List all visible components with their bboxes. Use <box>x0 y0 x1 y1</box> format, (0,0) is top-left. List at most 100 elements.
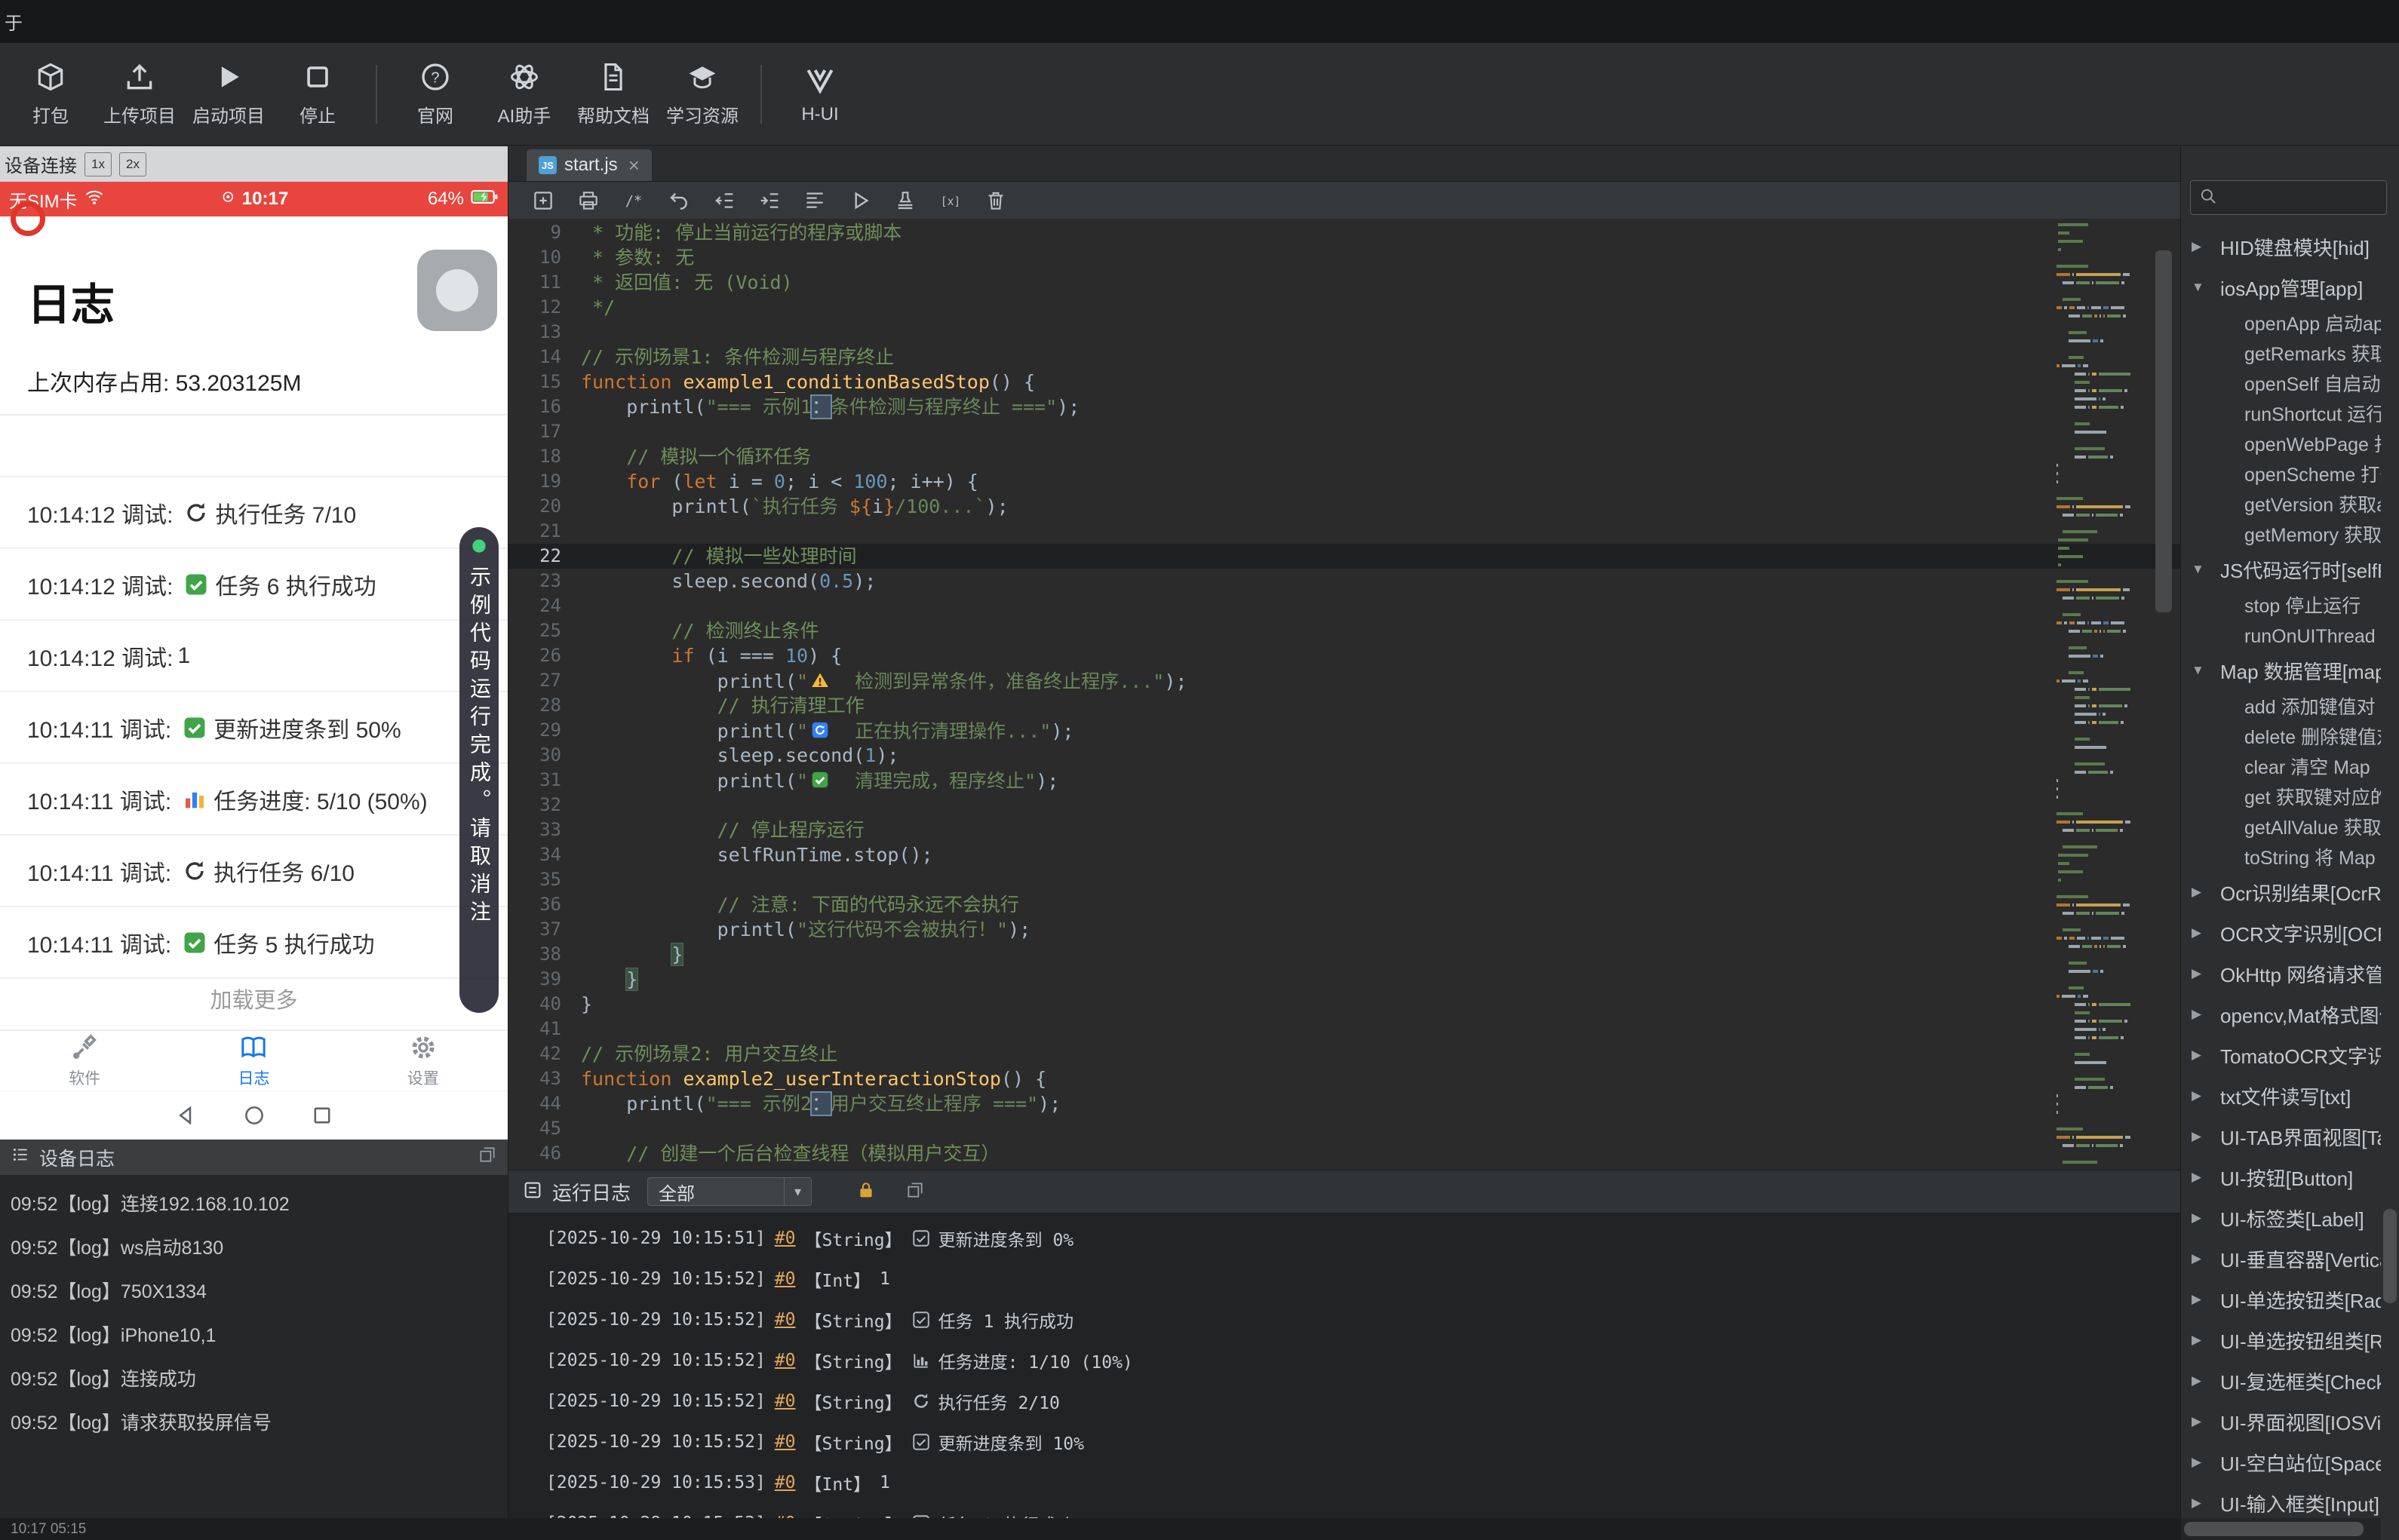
api-tree-method[interactable]: openWebPage 打开网页 <box>2181 428 2381 459</box>
api-tree-method[interactable]: delete 删除键值对 <box>2181 721 2381 751</box>
print-button[interactable] <box>576 189 601 213</box>
api-tree-method[interactable]: openApp 启动app <box>2181 308 2381 338</box>
api-search-input[interactable] <box>2224 187 2386 208</box>
format-code-button[interactable] <box>803 189 827 213</box>
toolbar-question-button[interactable]: ? 官网 <box>391 52 480 137</box>
tools-icon <box>69 1032 100 1063</box>
device-log-open-button[interactable] <box>478 1147 497 1169</box>
back-button[interactable] <box>174 1103 199 1128</box>
log-type-tag: 【String】 <box>804 1231 902 1250</box>
api-tree-method[interactable]: runOnUIThread ui线程运行 <box>2181 620 2381 650</box>
phone-log-row: 10:14:11 调试: 任务进度: 5/10 (50%) <box>0 764 508 836</box>
lock-icon <box>855 1180 877 1201</box>
api-tree-group[interactable]: ▶ TomatoOCR文字识别[TomatoOCR] <box>2181 1035 2381 1075</box>
api-tree-group[interactable]: ▶ OCR文字识别[OCR] <box>2181 913 2381 953</box>
assistive-ball[interactable] <box>417 250 497 331</box>
api-tree-group[interactable]: ▶ UI-空白站位[Space] <box>2181 1442 2381 1483</box>
api-tree-group[interactable]: ▼ Map 数据管理[map] <box>2181 650 2381 691</box>
api-panel-scrollbar[interactable] <box>2381 180 2399 1517</box>
api-tree-method[interactable]: clear 清空 Map <box>2181 751 2381 781</box>
toolbar-doc-button[interactable]: 帮助文档 <box>569 52 658 137</box>
api-panel-hscrollbar[interactable] <box>2181 1518 2381 1540</box>
toolbar-stop-button[interactable]: 停止 <box>273 52 362 137</box>
phone-tab-software[interactable]: 软件 <box>0 1031 169 1091</box>
outdent-button[interactable] <box>712 189 736 213</box>
scale-2x-button[interactable]: 2x <box>119 152 146 176</box>
statusbar-center: 10:17 <box>220 189 288 210</box>
code-line: 12 */ <box>508 295 2180 320</box>
code-editor[interactable]: 9 * 功能: 停止当前运行的程序或脚本 10 * 参数: 无 11 * 返回值: … <box>508 220 2180 1170</box>
api-tree-method[interactable]: openScheme 打开scheme <box>2181 459 2381 489</box>
api-tree-group[interactable]: ▶ UI-垂直容器[Vertical] <box>2181 1238 2381 1279</box>
device-mirror-screen[interactable]: 无SIM卡 10:17 64% 日志 上次内存占用: 53.203125M 10… <box>0 182 508 1140</box>
regex-button[interactable]: [x] <box>938 189 963 213</box>
api-tree-group[interactable]: ▶ txt文件读写[txt] <box>2181 1075 2381 1116</box>
toolbar-package-button[interactable]: 打包 <box>6 52 95 137</box>
toolbar-ai-button[interactable]: AI助手 <box>480 52 569 137</box>
api-tree-group[interactable]: ▶ UI-复选框类[CheckBox] <box>2181 1361 2381 1401</box>
api-tree-group[interactable]: ▶ UI-标签类[Label] <box>2181 1198 2381 1238</box>
api-tree-group[interactable]: ▶ UI-单选按钮类[RadioButton] <box>2181 1279 2381 1320</box>
api-panel-scrollbar-thumb[interactable] <box>2383 1209 2397 1303</box>
format-comment-button[interactable]: /* <box>622 189 646 213</box>
toolbar-learn-button[interactable]: 学习资源 <box>658 52 747 137</box>
api-tree-method[interactable]: get 获取键对应的值 <box>2181 781 2381 811</box>
undo-button[interactable] <box>667 189 691 213</box>
api-tree-method[interactable]: stop 停止运行 <box>2181 590 2381 620</box>
phone-log-row: 10:14:11 调试: 更新进度条到 50% <box>0 692 508 764</box>
load-more-button[interactable]: 加载更多 <box>0 983 508 1014</box>
api-tree-method[interactable]: getMemory 获取app内存 <box>2181 519 2381 549</box>
api-panel-hscrollbar-thumb[interactable] <box>2184 1522 2364 1536</box>
api-tree-group[interactable]: ▶ Ocr识别结果[OcrResult] <box>2181 872 2381 913</box>
tab-start-js[interactable]: JS start.js × <box>527 149 652 181</box>
editor-minimap[interactable] <box>2057 223 2130 1167</box>
toolbar-hui-button[interactable]: H-UI <box>776 52 865 137</box>
api-search-box[interactable] <box>2190 180 2387 215</box>
api-tree-group[interactable]: ▶ OkHttp 网络请求管理[OkHttp] <box>2181 953 2381 994</box>
api-tree-group[interactable]: ▶ UI-TAB界面视图[TabView] <box>2181 1116 2381 1157</box>
phone-tab-settings[interactable]: 设置 <box>339 1031 508 1091</box>
log-time: 10:14:11 调试: <box>27 717 172 743</box>
api-tree-group[interactable]: ▼ JS代码运行时[selfRunTime] <box>2181 549 2381 590</box>
api-tree-group[interactable]: ▶ UI-按钮[Button] <box>2181 1157 2381 1198</box>
recents-button[interactable] <box>309 1103 335 1128</box>
scale-1x-button[interactable]: 1x <box>84 152 112 176</box>
lock-scroll-button[interactable] <box>855 1180 877 1204</box>
toolbar-upload-button[interactable]: 上传项目 <box>95 52 184 137</box>
close-tab-icon[interactable]: × <box>628 154 640 177</box>
clear-button[interactable] <box>984 189 1008 213</box>
api-tree-group[interactable]: ▶ HID键盘模块[hid] <box>2181 226 2381 267</box>
api-tree-method[interactable]: getVersion 获取app版本 <box>2181 489 2381 519</box>
doc-icon <box>597 60 630 94</box>
run-icon <box>848 189 872 213</box>
api-tree-group[interactable]: ▶ UI-界面视图[IOSView] <box>2181 1401 2381 1442</box>
api-tree-method[interactable]: getAllValue 获取所有值 <box>2181 811 2381 842</box>
run-button[interactable] <box>848 189 872 213</box>
api-tree-group[interactable]: ▶ UI-单选按钮组类[RadioGroup] <box>2181 1320 2381 1361</box>
log-time: 10:14:11 调试: <box>27 789 172 814</box>
phone-tab-logs[interactable]: 日志 <box>169 1031 338 1091</box>
log-filter-select[interactable]: 全部 ▾ <box>647 1177 812 1206</box>
log-time: 10:14:12 调试: <box>27 646 174 671</box>
api-tree-group[interactable]: ▼ iosApp管理[app] <box>2181 267 2381 308</box>
indent-button[interactable] <box>757 189 782 213</box>
open-in-new-button[interactable] <box>905 1180 925 1204</box>
toolbar-play-button[interactable]: 启动项目 <box>184 52 273 137</box>
editor-scrollbar-thumb[interactable] <box>2155 250 2172 612</box>
api-tree-method[interactable]: toString 将 Map 转换 <box>2181 842 2381 872</box>
home-button[interactable] <box>241 1103 267 1128</box>
api-tree-method[interactable]: openSelf 自启动 <box>2181 368 2381 398</box>
api-tree-group[interactable]: ▶ UI-输入框类[Input] <box>2181 1483 2381 1517</box>
add-grid-button[interactable] <box>531 189 555 213</box>
outdent-icon <box>712 189 736 213</box>
api-tree-method[interactable]: runShortcut 运行快捷指令 <box>2181 398 2381 428</box>
editor-scrollbar[interactable] <box>2153 220 2174 1170</box>
floating-toast-note[interactable]: 示例代码运行完成。请取消注 <box>459 527 499 1013</box>
menu-about[interactable]: 于 <box>5 8 23 35</box>
api-tree-group[interactable]: ▶ opencv,Mat格式图像[Mat] <box>2181 994 2381 1035</box>
api-tree-method[interactable]: add 添加键值对 <box>2181 691 2381 721</box>
stamp-button[interactable] <box>893 189 917 213</box>
code-line: 42// 示例场景2: 用户交互终止 <box>508 1041 2180 1066</box>
api-tree-method[interactable]: getRemarks 获取卡密备注 <box>2181 338 2381 368</box>
line-number: 22 <box>539 545 561 566</box>
